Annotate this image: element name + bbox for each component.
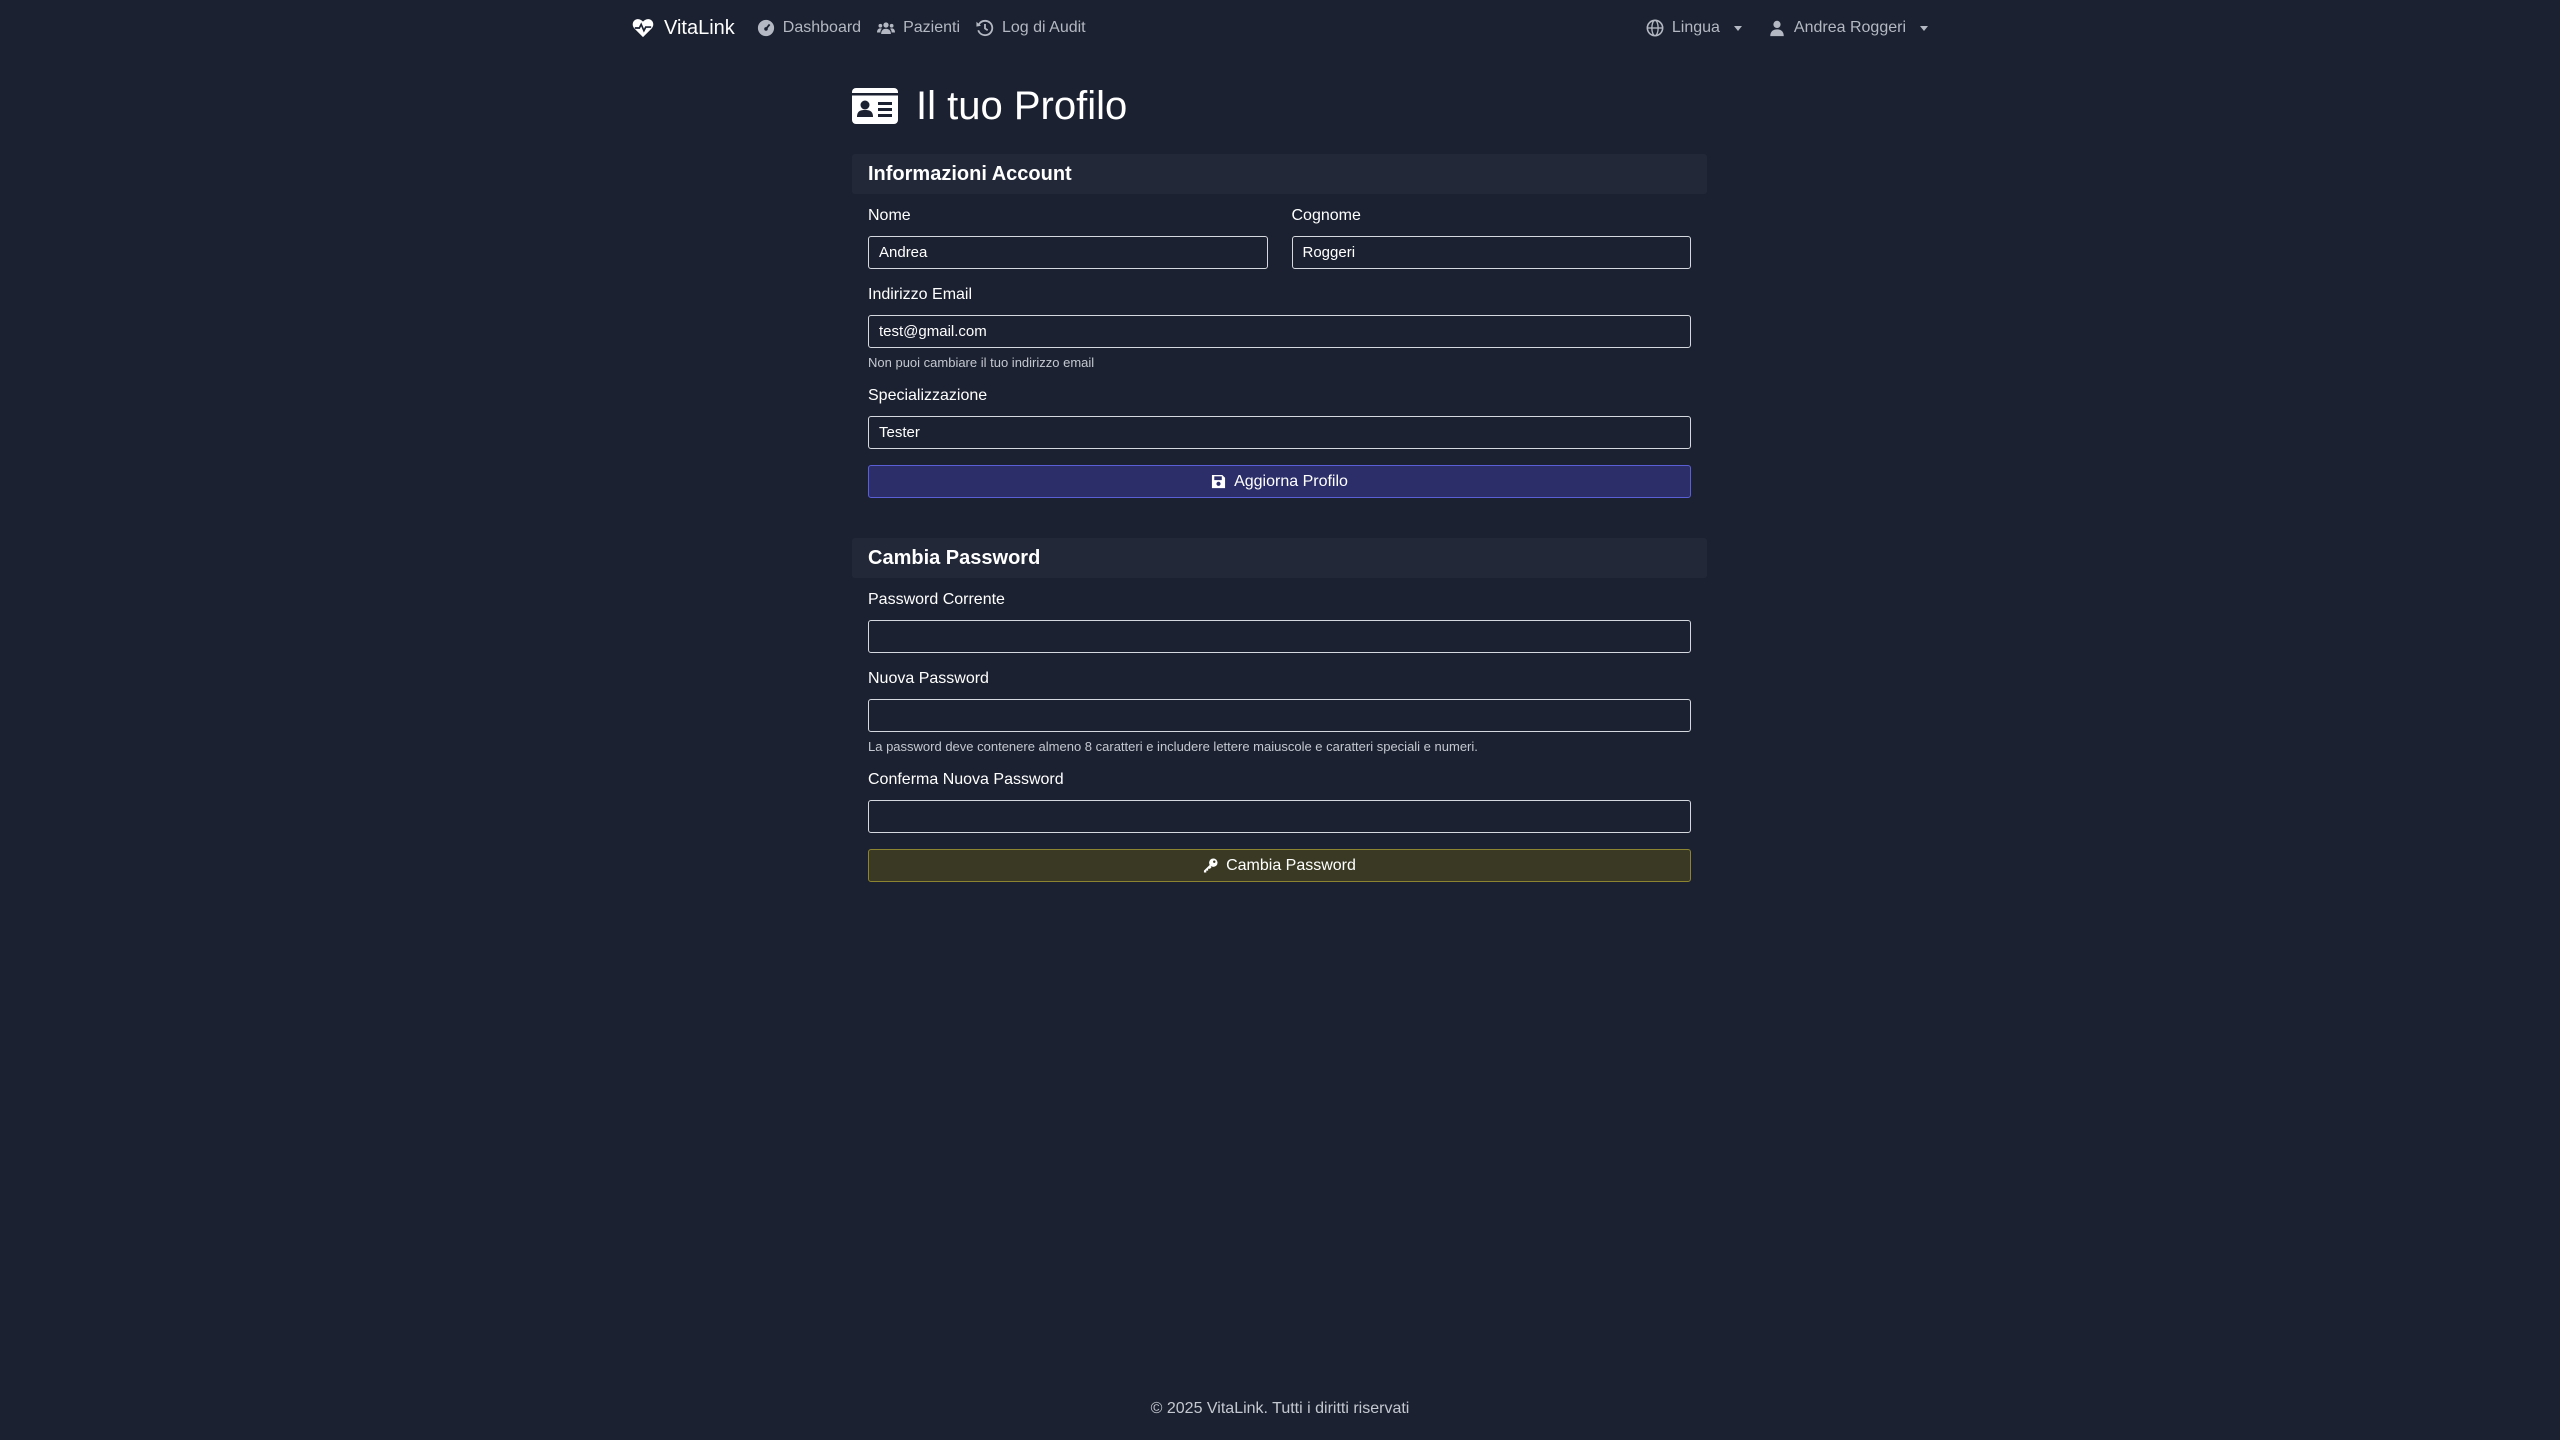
- nav-audit-label: Log di Audit: [1002, 19, 1086, 36]
- specialization-label: Specializzazione: [868, 387, 988, 404]
- new-password-label: Nuova Password: [868, 670, 989, 687]
- chevron-down-icon: [1920, 25, 1928, 31]
- first-name-group: Nome: [868, 206, 1268, 269]
- nav-dashboard-label: Dashboard: [782, 19, 862, 36]
- users-icon: [877, 22, 896, 34]
- page-heading: Il tuo Profilo: [916, 83, 1128, 128]
- last-name-group: Cognome: [1291, 206, 1691, 269]
- brand-name: VitaLink: [664, 16, 735, 39]
- first-name-label: Nome: [868, 207, 911, 224]
- navbar-inner: VitaLink Dashboard Pazienti Log di Audit…: [632, 0, 1928, 56]
- new-password-field[interactable]: [868, 699, 1691, 732]
- gauge-icon: [757, 19, 774, 37]
- confirm-password-group: Conferma Nuova Password: [868, 770, 1691, 833]
- last-name-label: Cognome: [1291, 207, 1361, 224]
- email-field[interactable]: [868, 315, 1691, 348]
- language-label: Lingua: [1671, 19, 1720, 36]
- email-group: Indirizzo Email Non puoi cambiare il tuo…: [868, 285, 1691, 370]
- confirm-password-label: Conferma Nuova Password: [868, 771, 1064, 788]
- first-name-field[interactable]: [868, 236, 1268, 269]
- change-password-section: Cambia Password Password Corrente Nuova …: [852, 538, 1707, 882]
- specialization-field[interactable]: [868, 416, 1691, 449]
- navbar-right: Lingua Andrea Roggeri: [1646, 19, 1928, 37]
- history-icon: [976, 19, 994, 37]
- floppy-disk-icon: [1212, 474, 1226, 489]
- email-label: Indirizzo Email: [868, 286, 973, 303]
- account-info-body: Nome Cognome Indirizzo Email Non puoi ca…: [852, 194, 1707, 498]
- user-icon: [1770, 20, 1784, 37]
- profile-main: Il tuo Profilo Informazioni Account Nome…: [852, 78, 1707, 922]
- chevron-down-icon: [1733, 25, 1742, 31]
- footer: © 2025 VitaLink. Tutti i diritti riserva…: [0, 1400, 2560, 1418]
- current-password-label: Password Corrente: [868, 591, 1005, 608]
- heart-pulse-icon: [632, 19, 654, 38]
- nav-audit-log[interactable]: Log di Audit: [976, 19, 1086, 37]
- nav-dashboard[interactable]: Dashboard: [757, 19, 861, 37]
- language-dropdown[interactable]: Lingua: [1646, 19, 1742, 37]
- user-name: Andrea Roggeri: [1793, 19, 1906, 36]
- navbar: VitaLink Dashboard Pazienti Log di Audit…: [0, 0, 2560, 56]
- current-password-group: Password Corrente: [868, 590, 1691, 653]
- confirm-password-field[interactable]: [868, 800, 1691, 833]
- new-password-group: Nuova Password La password deve contener…: [868, 669, 1691, 754]
- update-profile-button[interactable]: Aggiorna Profilo: [868, 465, 1691, 498]
- email-help-text: Non puoi cambiare il tuo indirizzo email: [868, 355, 1095, 370]
- name-row: Nome Cognome: [868, 206, 1691, 285]
- nav-patients[interactable]: Pazienti: [877, 19, 960, 37]
- current-password-field[interactable]: [868, 620, 1691, 653]
- globe-icon: [1646, 19, 1664, 37]
- change-password-button[interactable]: Cambia Password: [868, 849, 1691, 882]
- last-name-field[interactable]: [1291, 236, 1691, 269]
- password-help-text: La password deve contenere almeno 8 cara…: [868, 739, 1478, 754]
- id-card-icon: [852, 88, 898, 124]
- nav-patients-label: Pazienti: [903, 19, 960, 36]
- account-info-header: Informazioni Account: [852, 154, 1707, 194]
- user-dropdown[interactable]: Andrea Roggeri: [1768, 19, 1928, 37]
- brand-link[interactable]: VitaLink: [632, 17, 735, 40]
- update-profile-label: Aggiorna Profilo: [1234, 472, 1348, 490]
- footer-copyright: © 2025 VitaLink. Tutti i diritti riserva…: [1150, 1400, 1410, 1417]
- change-password-header: Cambia Password: [852, 538, 1707, 578]
- page-title: Il tuo Profilo: [852, 78, 1707, 134]
- change-password-body: Password Corrente Nuova Password La pass…: [852, 578, 1707, 882]
- key-icon: [1204, 858, 1218, 873]
- specialization-group: Specializzazione: [868, 386, 1691, 449]
- account-info-section: Informazioni Account Nome Cognome Indiri…: [852, 154, 1707, 498]
- change-password-label: Cambia Password: [1226, 856, 1356, 874]
